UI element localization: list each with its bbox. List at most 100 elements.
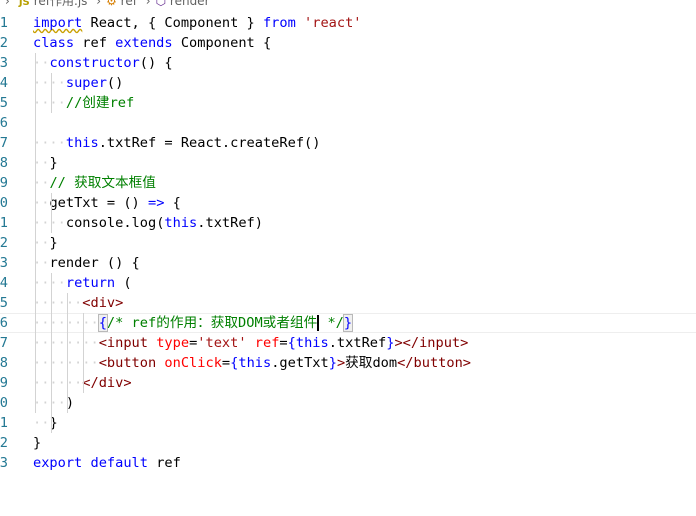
line-number: 7 bbox=[0, 135, 8, 151]
code-token: ···· bbox=[33, 215, 66, 231]
code-token: input bbox=[106, 335, 148, 351]
code-token: ···· bbox=[33, 135, 66, 151]
line-text: ··constructor() { bbox=[33, 53, 173, 73]
indent-guide bbox=[51, 273, 52, 433]
code-line[interactable]: 7 ····this.txtRef = React.createRef() bbox=[0, 133, 696, 153]
code-token: ( bbox=[115, 275, 132, 291]
line-text: ··} bbox=[33, 233, 58, 253]
code-token: ref bbox=[148, 455, 181, 471]
breadcrumb-method[interactable]: render bbox=[170, 0, 210, 8]
indent-guide bbox=[51, 193, 52, 233]
code-token: } bbox=[328, 355, 337, 371]
breadcrumb-file[interactable]: ref作用.js bbox=[34, 0, 88, 8]
code-line[interactable]: 6 bbox=[0, 113, 696, 133]
line-text: ········{/* ref的作用：获取DOM或者组件 */} bbox=[33, 314, 354, 332]
code-token: = bbox=[221, 355, 231, 371]
code-line[interactable]: 3 ··constructor() { bbox=[0, 53, 696, 73]
code-token: } bbox=[49, 155, 58, 171]
code-token: > bbox=[460, 335, 469, 351]
code-token: ······ bbox=[33, 295, 83, 311]
code-token: from bbox=[262, 15, 296, 31]
code-token: < bbox=[82, 295, 91, 311]
line-number: 6 bbox=[0, 315, 8, 331]
line-number: 3 bbox=[0, 255, 8, 271]
code-token: ···· bbox=[33, 95, 66, 111]
code-token: button bbox=[106, 355, 157, 371]
code-line[interactable]: 1 ····console.log(this.txtRef) bbox=[0, 213, 696, 233]
code-line[interactable]: 0 ····) bbox=[0, 393, 696, 413]
code-token: } bbox=[33, 435, 42, 451]
indent-guide bbox=[83, 313, 84, 393]
code-line[interactable]: 5 ····//创建ref bbox=[0, 93, 696, 113]
code-token: console.log( bbox=[65, 215, 165, 231]
code-token: button bbox=[413, 355, 463, 371]
code-token: constructor bbox=[49, 55, 140, 71]
code-token: > bbox=[115, 295, 124, 311]
code-line[interactable]: 2 ··} bbox=[0, 233, 696, 253]
code-token: extends bbox=[115, 35, 173, 51]
line-number: 1 bbox=[0, 15, 8, 31]
code-token: React, { Component } bbox=[82, 15, 263, 31]
code-token: ········ bbox=[33, 355, 99, 371]
breadcrumb-class[interactable]: ref bbox=[121, 0, 137, 8]
code-line[interactable]: 2} bbox=[0, 433, 696, 453]
line-text: ··render () { bbox=[33, 253, 140, 273]
code-token: 'react' bbox=[304, 15, 362, 31]
line-number: 4 bbox=[0, 75, 8, 91]
code-token: ······ bbox=[33, 375, 83, 391]
code-line[interactable]: 1 import React, { Component } from 'react… bbox=[0, 13, 696, 33]
line-text: ····super() bbox=[33, 73, 123, 93]
code-token: this bbox=[65, 135, 99, 151]
code-token: { bbox=[164, 195, 181, 211]
code-token: = bbox=[279, 335, 288, 351]
cube-icon: ⬡ bbox=[155, 0, 167, 8]
code-editor[interactable]: 1 import React, { Component } from 'react… bbox=[0, 13, 696, 473]
code-line[interactable]: 2 class ref extends Component { bbox=[0, 33, 696, 53]
code-token: // 获取文本框值 bbox=[49, 175, 156, 191]
line-number: 9 bbox=[0, 175, 8, 191]
line-text: ····this.txtRef = React.createRef() bbox=[33, 133, 320, 153]
line-text: ······<div> bbox=[33, 293, 123, 313]
breadcrumb: › JS ref作用.js › ⚙ ref › ⬡ render bbox=[0, 0, 210, 10]
code-line[interactable]: 0 ··getTxt = () => { bbox=[0, 193, 696, 213]
line-number: 0 bbox=[0, 395, 8, 411]
code-line[interactable]: 4 ····return ( bbox=[0, 273, 696, 293]
code-token: ·· bbox=[33, 415, 50, 431]
code-token: ref bbox=[254, 335, 280, 351]
line-text: ········<input type='text' ref={this.txt… bbox=[33, 333, 468, 353]
chevron-right-icon: › bbox=[96, 0, 102, 8]
code-token: > bbox=[462, 355, 472, 371]
code-line[interactable]: 1 ··} bbox=[0, 413, 696, 433]
code-line[interactable]: 8 ··} bbox=[0, 153, 696, 173]
code-line[interactable]: 3 ··render () { bbox=[0, 253, 696, 273]
code-token: ········ bbox=[33, 335, 99, 351]
code-line[interactable]: 5 ······<div> bbox=[0, 293, 696, 313]
js-file-icon: JS bbox=[18, 0, 30, 8]
code-token: div bbox=[90, 295, 116, 311]
code-token: Component { bbox=[172, 35, 272, 51]
indent-guide bbox=[35, 53, 36, 413]
code-token: > bbox=[336, 355, 346, 371]
code-line[interactable]: 3 export default ref bbox=[0, 453, 696, 473]
code-line[interactable]: 8 ········<button onClick={this.getTxt}>获… bbox=[0, 353, 696, 373]
line-text: import React, { Component } from 'react' bbox=[33, 13, 362, 33]
code-line[interactable]: 9 ······</div> bbox=[0, 373, 696, 393]
line-number: 6 bbox=[0, 115, 8, 131]
line-text: ··} bbox=[33, 413, 58, 433]
code-line[interactable]: 4 ····super() bbox=[0, 73, 696, 93]
code-token: => bbox=[148, 195, 165, 211]
code-token: this bbox=[238, 355, 272, 371]
code-token: () { bbox=[139, 55, 173, 71]
code-line[interactable]: 7 ········<input type='text' ref={this.tx… bbox=[0, 333, 696, 353]
code-line[interactable]: 9 ··// 获取文本框值 bbox=[0, 173, 696, 193]
line-text: ··getTxt = () => { bbox=[33, 193, 181, 213]
code-token: onClick bbox=[164, 355, 222, 371]
class-icon: ⚙ bbox=[106, 0, 117, 8]
code-line[interactable]: 6 ········{/* ref的作用：获取DOM或者组件 */} bbox=[0, 313, 696, 333]
line-text: export default ref bbox=[33, 453, 181, 473]
code-token: { bbox=[287, 335, 296, 351]
code-token: */ bbox=[319, 315, 344, 331]
code-token: .txtRef) bbox=[197, 215, 263, 231]
